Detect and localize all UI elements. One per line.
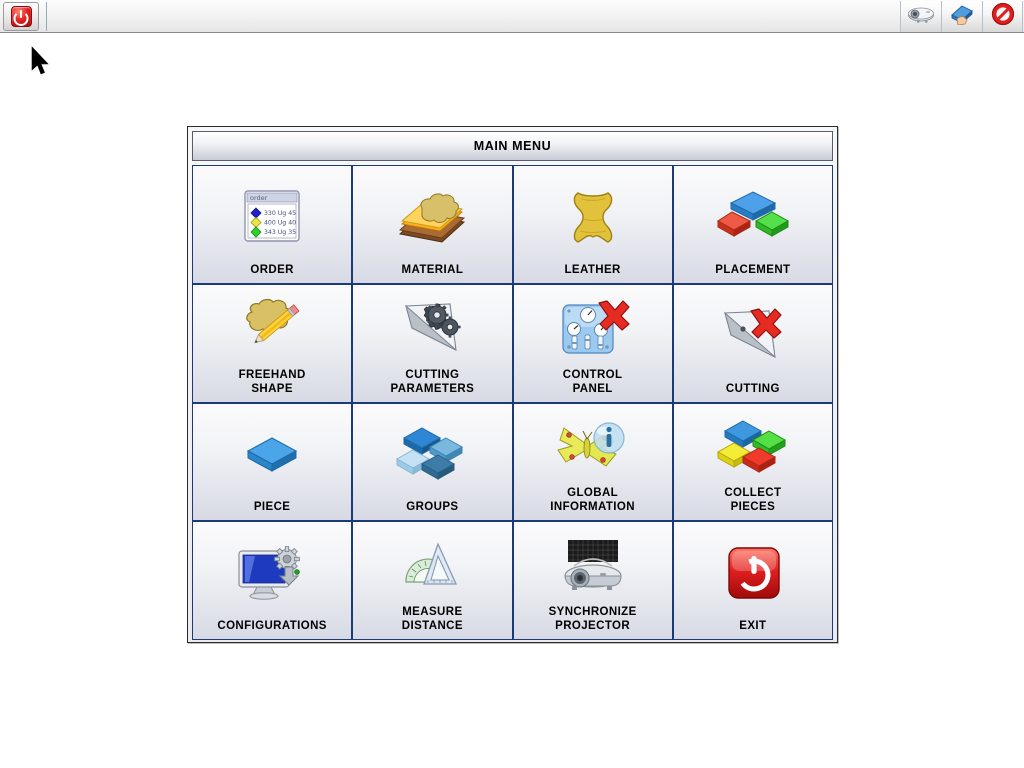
projector-screen-icon (514, 522, 672, 605)
menu-item-exit[interactable]: EXIT (673, 522, 832, 639)
menu-item-global-information[interactable]: GLOBAL INFORMATION (513, 403, 672, 521)
menu-item-label: MATERIAL (401, 263, 464, 276)
mouse-cursor (31, 46, 53, 78)
butterfly-info-icon (514, 404, 672, 487)
svg-text:order: order (250, 195, 268, 203)
prohibition-button[interactable] (982, 1, 1023, 32)
menu-item-label: GLOBAL INFORMATION (550, 487, 635, 514)
toolbar-separator (46, 2, 47, 31)
menu-item-measure-distance[interactable]: MEASURE DISTANCE (353, 522, 512, 639)
menu-item-order[interactable]: order 330 Ug 45 400 Ug 40 343 Ug 35 ORDE… (193, 166, 352, 283)
menu-item-label: COLLECT PIECES (724, 487, 782, 514)
hand-eraser-icon (949, 3, 975, 30)
menu-item-leather[interactable]: LEATHER (513, 166, 672, 283)
protractor-ruler-icon (353, 522, 511, 605)
menu-item-freehand-shape[interactable]: FREEHAND SHAPE (193, 284, 352, 402)
blade-x-icon (674, 285, 832, 382)
top-toolbar (0, 0, 1024, 33)
menu-item-label: FREEHAND SHAPE (238, 368, 306, 395)
menu-item-groups[interactable]: GROUPS (353, 403, 512, 521)
power-button[interactable] (3, 2, 39, 31)
material-layers-icon (353, 166, 511, 263)
red-power-icon (674, 522, 832, 619)
main-menu-panel: MAIN MENU order 330 Ug 45 400 Ug 40 343 … (187, 126, 838, 643)
menu-item-label: EXIT (739, 620, 767, 632)
leather-hide-icon (514, 166, 672, 263)
menu-item-placement[interactable]: PLACEMENT (673, 166, 832, 283)
placement-blocks-icon (674, 166, 832, 263)
svg-text:400 Ug 40: 400 Ug 40 (264, 220, 296, 227)
color-diamonds-icon (674, 404, 832, 487)
menu-item-label: CONTROL PANEL (562, 368, 623, 395)
hand-eraser-button[interactable] (941, 1, 982, 32)
menu-item-label: ORDER (250, 263, 294, 276)
menu-item-label: CUTTING PARAMETERS (390, 368, 475, 395)
prohibition-icon (991, 2, 1015, 31)
svg-text:343 Ug 35: 343 Ug 35 (264, 229, 296, 236)
menu-item-label: SYNCHRONIZE PROJECTOR (548, 606, 637, 632)
menu-item-material[interactable]: MATERIAL (353, 166, 512, 283)
menu-item-label: GROUPS (406, 501, 459, 514)
menu-item-configurations[interactable]: CONFIGURATIONS (193, 522, 352, 639)
monitor-gear-icon (193, 522, 351, 619)
control-panel-x-icon (514, 285, 672, 368)
power-icon (10, 6, 32, 27)
order-window-icon: order 330 Ug 45 400 Ug 40 343 Ug 35 (193, 166, 351, 263)
menu-item-label: CONFIGURATIONS (217, 620, 327, 632)
svg-text:330 Ug 45: 330 Ug 45 (264, 210, 296, 217)
single-diamond-icon (193, 404, 351, 501)
menu-item-control-panel[interactable]: CONTROL PANEL (513, 284, 672, 402)
blade-gears-icon (353, 285, 511, 368)
toolbar-right-group (900, 1, 1023, 32)
menu-item-cutting[interactable]: CUTTING (673, 284, 832, 402)
panel-title: MAIN MENU (192, 131, 833, 161)
menu-item-collect-pieces[interactable]: COLLECT PIECES (673, 403, 832, 521)
menu-item-synchronize-projector[interactable]: SYNCHRONIZE PROJECTOR (513, 522, 672, 639)
blue-diamonds-icon (353, 404, 511, 501)
menu-item-piece[interactable]: PIECE (193, 403, 352, 521)
menu-item-label: PIECE (253, 501, 291, 514)
main-menu-grid: order 330 Ug 45 400 Ug 40 343 Ug 35 ORDE… (192, 165, 833, 640)
menu-item-label: CUTTING (725, 382, 780, 395)
menu-item-label: LEATHER (564, 263, 621, 276)
menu-item-label: MEASURE DISTANCE (401, 606, 463, 632)
projector-button[interactable] (900, 1, 941, 32)
projector-icon (906, 4, 936, 29)
hide-pencil-icon (193, 285, 351, 368)
menu-item-cutting-parameters[interactable]: CUTTING PARAMETERS (353, 284, 512, 402)
menu-item-label: PLACEMENT (715, 263, 791, 276)
